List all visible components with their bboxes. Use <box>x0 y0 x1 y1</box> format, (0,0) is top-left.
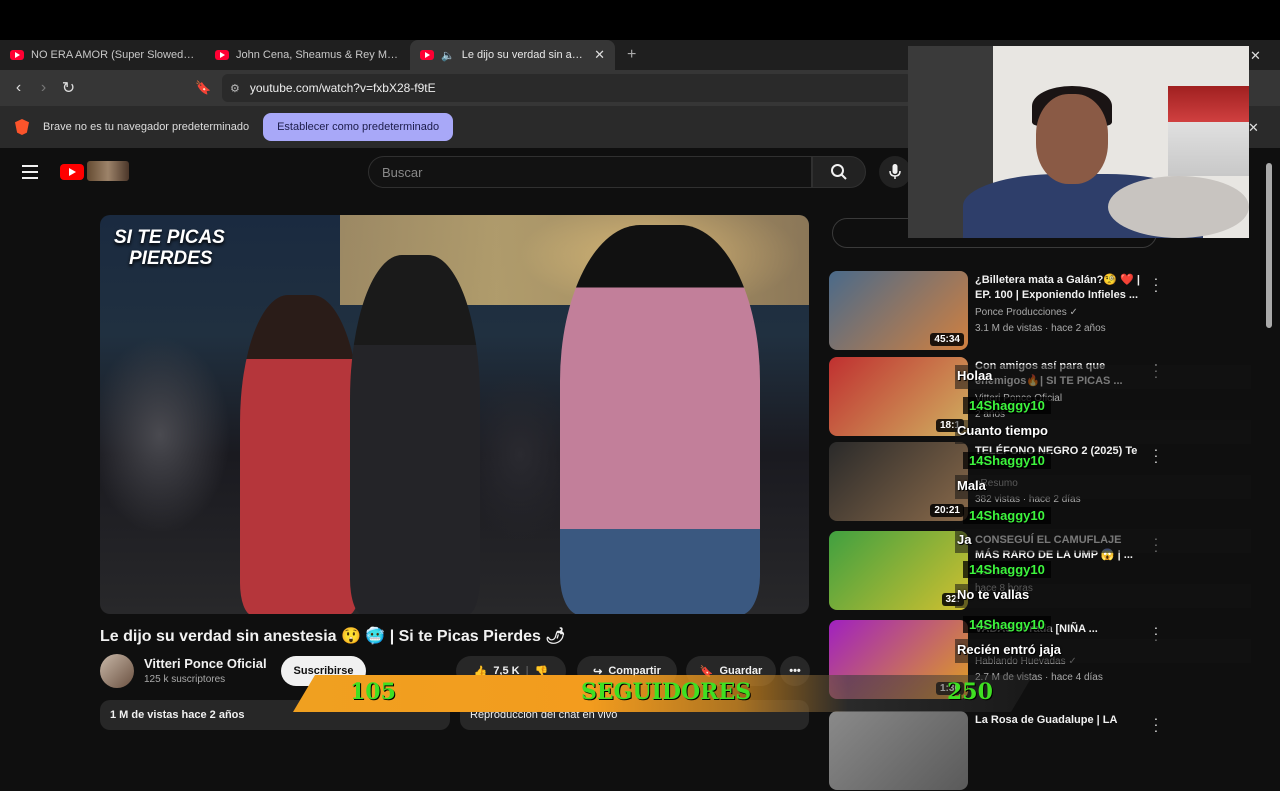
video-thumbnail[interactable]: 18:1 <box>829 357 968 436</box>
video-player[interactable]: SI TE PICAS PIERDES <box>100 215 809 614</box>
video-overlay-logo: SI TE PICAS PIERDES <box>114 227 225 269</box>
video-thumbnail[interactable]: 20:21 <box>829 442 968 521</box>
more-options-icon[interactable]: ··· <box>1151 271 1161 297</box>
youtube-logo-icon[interactable] <box>60 164 84 180</box>
youtube-favicon-icon <box>215 50 229 60</box>
infobar-close-icon[interactable]: ✕ <box>1248 120 1259 136</box>
goal-current: 105 <box>350 679 396 705</box>
youtube-favicon-icon <box>420 50 434 60</box>
tab-title: John Cena, Sheamus & Rey Mysterio <box>236 49 400 61</box>
youtube-favicon-icon <box>10 50 24 60</box>
search-input[interactable]: Buscar <box>368 156 812 188</box>
brave-logo-icon <box>15 119 29 135</box>
subscriber-count: 125 k suscriptores <box>144 674 226 685</box>
tab-current-video[interactable]: 🔈 Le dijo su verdad sin anestesi ✕ <box>410 40 615 70</box>
channel-name[interactable]: Vitteri Ponce Oficial <box>144 656 267 671</box>
url-text: youtube.com/watch?v=fxbX28-f9tE <box>249 81 436 95</box>
infobar-message: Brave no es tu navegador predeterminado <box>43 121 250 133</box>
video-overlay-line1: SI TE PICAS <box>114 227 225 248</box>
more-options-icon[interactable]: ··· <box>1151 711 1161 737</box>
screen-top-bar <box>0 0 1280 40</box>
video-title[interactable]: ¿Billetera mata a Galán?🧐 ❤️ | EP. 100 |… <box>975 273 1145 303</box>
tab-no-era-amor[interactable]: NO ERA AMOR (Super Slowed) - You <box>0 40 205 70</box>
chat-username: 14Shaggy10 <box>963 561 1051 578</box>
chat-message: Holaa <box>957 368 993 383</box>
back-icon[interactable]: ‹ <box>6 79 31 97</box>
chat-username: 14Shaggy10 <box>963 616 1051 633</box>
recommended-video[interactable]: La Rosa de Guadalupe | LA · · · <box>829 711 1254 791</box>
video-thumbnail[interactable]: 45:34 <box>829 271 968 350</box>
view-stats: 1 M de vistas hace 2 años <box>110 709 245 721</box>
tab-title: Le dijo su verdad sin anestesi <box>461 49 587 61</box>
address-bar[interactable]: ⚙ youtube.com/watch?v=fxbX28-f9tE <box>222 74 912 102</box>
microphone-icon <box>889 164 901 179</box>
site-info-icon[interactable]: ⚙ <box>230 82 240 95</box>
search-icon <box>831 164 847 180</box>
chat-username: 14Shaggy10 <box>963 452 1051 469</box>
window-close-icon[interactable]: ✕ <box>1250 48 1261 64</box>
follower-goal-bar: 105 SEGUIDORES 250 <box>293 675 1033 712</box>
menu-icon[interactable] <box>22 165 38 183</box>
video-meta: 3.1 M de vistas · hace 2 años <box>975 323 1106 334</box>
speaker-icon[interactable]: 🔈 <box>441 49 455 62</box>
chat-message: Ja <box>957 532 972 547</box>
video-duration: 20:21 <box>930 504 964 517</box>
video-title[interactable]: La Rosa de Guadalupe | LA <box>975 713 1145 728</box>
recommended-video[interactable]: 45:34 ¿Billetera mata a Galán?🧐 ❤️ | EP. … <box>829 271 1254 351</box>
new-tab-icon[interactable]: + <box>615 46 648 64</box>
set-default-button[interactable]: Establecer como predeterminado <box>263 113 454 141</box>
video-overlay-line2: PIERDES <box>129 248 213 269</box>
video-person-woman <box>350 255 480 614</box>
tab-john-cena[interactable]: John Cena, Sheamus & Rey Mysterio <box>205 40 410 70</box>
video-person-interviewer <box>240 295 360 614</box>
tab-title: NO ERA AMOR (Super Slowed) - You <box>31 49 195 61</box>
chat-line-background <box>955 365 1251 389</box>
chat-line-background <box>955 475 1251 499</box>
channel-avatar[interactable] <box>100 654 134 688</box>
webcam-dog <box>1108 176 1249 238</box>
more-options-icon[interactable]: ··· <box>1151 442 1161 468</box>
search-button[interactable] <box>812 156 866 188</box>
youtube-doodle[interactable] <box>87 161 129 181</box>
chat-message: No te vallas <box>957 587 1030 602</box>
webcam-person-face <box>1036 94 1108 184</box>
chat-message: Cuanto tiempo <box>957 423 1048 438</box>
reload-icon[interactable]: ↻ <box>56 78 81 98</box>
video-person-man <box>560 225 760 614</box>
video-duration: 45:34 <box>930 333 964 346</box>
bookmark-icon[interactable]: 🔖 <box>191 80 216 96</box>
video-thumbnail[interactable]: 32: <box>829 531 968 610</box>
chat-line-background <box>955 529 1251 553</box>
channel-name[interactable]: Ponce Producciones ✓ <box>975 307 1078 318</box>
forward-icon[interactable]: › <box>31 79 56 97</box>
voice-search-button[interactable] <box>879 156 911 188</box>
webcam-background-shelf <box>1168 86 1249 176</box>
streamer-webcam <box>908 46 1249 238</box>
close-tab-icon[interactable]: ✕ <box>594 47 605 63</box>
video-thumbnail[interactable] <box>829 711 968 790</box>
goal-label: SEGUIDORES <box>581 679 752 705</box>
video-title: Le dijo su verdad sin anestesia 😲 🥶 | Si… <box>100 628 566 645</box>
chat-username: 14Shaggy10 <box>963 507 1051 524</box>
goal-target: 250 <box>947 679 993 705</box>
chat-message: Recién entró jaja <box>957 642 1062 657</box>
chat-username: 14Shaggy10 <box>963 397 1051 414</box>
chat-message: Mala <box>957 478 986 493</box>
scrollbar-thumb[interactable] <box>1266 163 1272 328</box>
